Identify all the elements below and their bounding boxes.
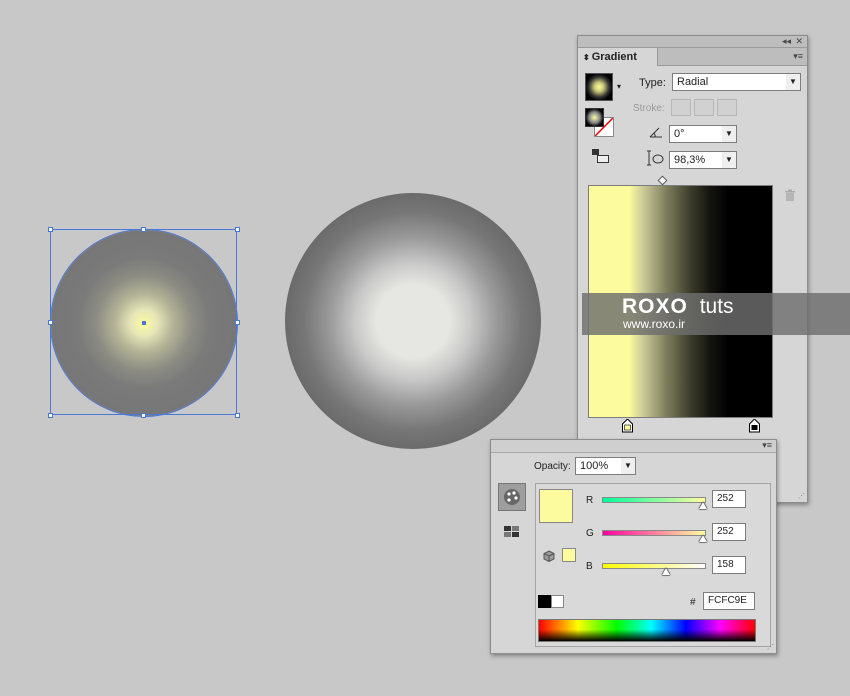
hex-field[interactable]: FCFC9E [703, 592, 755, 610]
gradient-panel: ◂◂ ✕ ▾≡ ⬍ Gradient ▾ Type: Radial ▼ Strok… [577, 35, 808, 503]
handle-top-right[interactable] [235, 227, 240, 232]
r-value-field[interactable]: 252 [712, 490, 746, 508]
handle-top-center[interactable] [141, 227, 146, 232]
stroke-across-button[interactable] [717, 99, 737, 116]
handle-top-left[interactable] [48, 227, 53, 232]
swatches-icon[interactable] [504, 526, 520, 541]
angle-field[interactable]: 0° [669, 125, 723, 143]
color-mode-icon[interactable] [498, 483, 526, 511]
color-sliders-area: R 252 G 252 B 158 # FCFC9E [535, 483, 771, 647]
tab-arrows-icon: ⬍ [583, 53, 590, 62]
r-label: R [586, 495, 594, 506]
white-swatch[interactable] [551, 595, 564, 608]
color-panel-menu-icon[interactable]: ▾≡ [762, 440, 772, 451]
aspect-ratio-field[interactable]: 98,3% [669, 151, 723, 169]
opacity-field[interactable]: 100% [575, 457, 622, 475]
black-swatch[interactable] [538, 595, 551, 608]
b-slider-thumb[interactable] [662, 568, 670, 575]
g-value-field[interactable]: 252 [712, 523, 746, 541]
watermark-brand: ROXO [622, 295, 688, 318]
close-icon[interactable]: ✕ [795, 36, 803, 47]
midpoint-diamond-icon[interactable] [657, 175, 668, 186]
panel-menu-icon[interactable]: ▾≡ [793, 51, 803, 62]
b-slider[interactable] [602, 563, 706, 569]
r-slider-thumb[interactable] [699, 502, 707, 509]
resize-grip-icon[interactable]: ⋰ [798, 492, 805, 500]
b-label: B [586, 561, 593, 572]
opacity-label: Opacity: [534, 461, 571, 472]
g-slider[interactable] [602, 530, 706, 536]
g-slider-thumb[interactable] [699, 535, 707, 542]
type-label: Type: [639, 77, 666, 89]
gamut-cube-icon[interactable] [543, 550, 555, 565]
color-spectrum[interactable] [538, 619, 756, 642]
aspect-dropdown-icon[interactable]: ▼ [722, 151, 737, 169]
handle-bottom-right[interactable] [235, 413, 240, 418]
collapse-icon[interactable]: ◂◂ [782, 36, 791, 47]
handle-bottom-left[interactable] [48, 413, 53, 418]
hex-hash-label: # [690, 597, 696, 608]
color-stop-yellow[interactable] [622, 418, 633, 436]
tab-gradient-label: Gradient [591, 51, 637, 63]
trash-icon[interactable] [784, 189, 796, 205]
type-dropdown-icon[interactable]: ▼ [786, 73, 801, 91]
swatch-dropdown-icon[interactable]: ▾ [617, 82, 621, 91]
b-value-field[interactable]: 158 [712, 556, 746, 574]
r-slider[interactable] [602, 497, 706, 503]
color-panel-title-bar[interactable]: ▾≡ [491, 440, 776, 453]
watermark: ROXO tuts www.roxo.ir [582, 293, 850, 335]
color-stop-black[interactable] [749, 418, 760, 436]
g-label: G [586, 528, 594, 539]
color-resize-grip-icon[interactable]: ⋰ [767, 643, 774, 651]
aspect-ratio-icon [647, 150, 665, 169]
web-safe-swatch[interactable] [562, 548, 576, 562]
handle-middle-right[interactable] [235, 320, 240, 325]
type-select[interactable]: Radial [672, 73, 787, 91]
tab-gradient[interactable]: ⬍ Gradient [578, 48, 658, 66]
handle-middle-left[interactable] [48, 320, 53, 325]
stroke-along-button[interactable] [694, 99, 714, 116]
center-point [142, 321, 146, 325]
stroke-label: Stroke: [633, 103, 665, 114]
fill-stroke-icon[interactable] [585, 108, 615, 138]
radial-gradient-circle-gray[interactable] [285, 193, 541, 449]
watermark-suffix: tuts [699, 295, 734, 318]
current-color-swatch[interactable] [539, 489, 573, 523]
angle-dropdown-icon[interactable]: ▼ [722, 125, 737, 143]
handle-bottom-center[interactable] [141, 413, 146, 418]
reverse-gradient-icon[interactable] [592, 149, 609, 163]
stroke-within-button[interactable] [671, 99, 691, 116]
angle-icon [649, 126, 663, 141]
watermark-url: www.roxo.ir [623, 317, 686, 331]
opacity-dropdown-icon[interactable]: ▼ [621, 457, 636, 475]
color-panel: ▾≡ Opacity: 100% ▼ R 252 G 252 B 158 # F… [490, 439, 777, 654]
panel-title-bar[interactable]: ◂◂ ✕ [578, 36, 807, 48]
gradient-swatch-icon[interactable] [585, 73, 613, 101]
